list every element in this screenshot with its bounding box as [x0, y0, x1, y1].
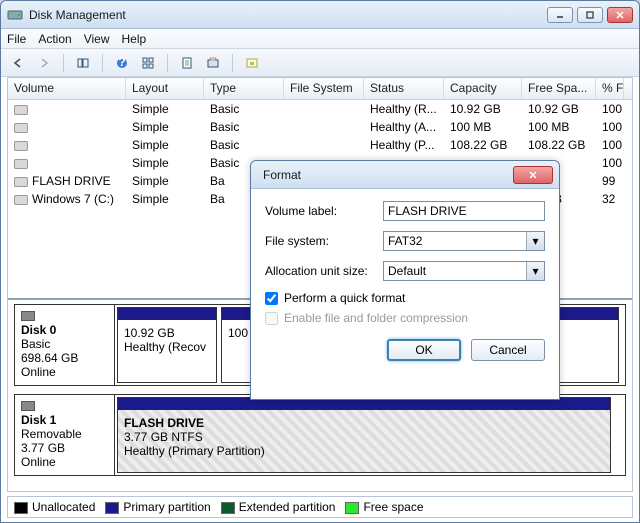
filesystem-select[interactable]: FAT32▾ [383, 231, 545, 251]
minimize-button[interactable] [547, 7, 573, 23]
volume-grid-header: Volume Layout Type File System Status Ca… [8, 78, 632, 100]
back-button[interactable] [7, 52, 29, 74]
maximize-button[interactable] [577, 7, 603, 23]
chevron-down-icon: ▾ [526, 262, 544, 280]
dialog-body: Volume label: File system: FAT32▾ Alloca… [251, 189, 559, 373]
quick-format-checkbox[interactable] [265, 292, 278, 305]
show-hide-tree-button[interactable] [72, 52, 94, 74]
settings-button[interactable] [241, 52, 263, 74]
dialog-titlebar[interactable]: Format [251, 161, 559, 189]
legend-unallocated: Unallocated [32, 500, 95, 514]
toolbar-separator [63, 54, 64, 72]
window-title: Disk Management [29, 8, 543, 22]
legend: Unallocated Primary partition Extended p… [7, 496, 633, 518]
volume-label-label: Volume label: [265, 204, 383, 218]
col-layout[interactable]: Layout [126, 78, 204, 99]
partition[interactable]: 10.92 GBHealthy (Recov [117, 307, 217, 383]
toolbar: ? [1, 49, 639, 77]
compression-checkbox [265, 312, 278, 325]
svg-text:?: ? [118, 56, 125, 69]
dialog-close-button[interactable] [513, 166, 553, 184]
dialog-title: Format [257, 168, 509, 182]
ok-button[interactable]: OK [387, 339, 461, 361]
table-row[interactable]: SimpleBasicHealthy (R...10.92 GB10.92 GB… [8, 100, 632, 118]
forward-button[interactable] [33, 52, 55, 74]
menu-action[interactable]: Action [38, 32, 71, 46]
main-titlebar[interactable]: Disk Management [1, 1, 639, 29]
col-status[interactable]: Status [364, 78, 444, 99]
col-volume[interactable]: Volume [8, 78, 126, 99]
volume-label-input[interactable] [383, 201, 545, 221]
quick-format-label: Perform a quick format [284, 291, 405, 305]
disk-mgmt-icon [7, 7, 23, 23]
help-button[interactable]: ? [111, 52, 133, 74]
col-filesystem[interactable]: File System [284, 78, 364, 99]
col-capacity[interactable]: Capacity [444, 78, 522, 99]
partition[interactable]: FLASH DRIVE3.77 GB NTFSHealthy (Primary … [117, 397, 611, 473]
toolbar-view-button[interactable] [137, 52, 159, 74]
allocation-select[interactable]: Default▾ [383, 261, 545, 281]
format-dialog: Format Volume label: File system: FAT32▾… [250, 160, 560, 400]
col-free[interactable]: Free Spa... [522, 78, 596, 99]
table-row[interactable]: SimpleBasicHealthy (P...108.22 GB108.22 … [8, 136, 632, 154]
compression-label: Enable file and folder compression [284, 311, 468, 325]
menu-file[interactable]: File [7, 32, 26, 46]
col-percent[interactable]: % F [596, 78, 624, 99]
disk-row: Disk 1Removable3.77 GBOnlineFLASH DRIVE3… [14, 394, 626, 476]
legend-free: Free space [363, 500, 423, 514]
close-button[interactable] [607, 7, 633, 23]
properties-button[interactable] [202, 52, 224, 74]
menu-view[interactable]: View [84, 32, 110, 46]
menu-help[interactable]: Help [122, 32, 147, 46]
allocation-label: Allocation unit size: [265, 264, 383, 278]
chevron-down-icon: ▾ [526, 232, 544, 250]
legend-extended: Extended partition [239, 500, 336, 514]
menubar: File Action View Help [1, 29, 639, 49]
table-row[interactable]: SimpleBasicHealthy (A...100 MB100 MB100 [8, 118, 632, 136]
legend-primary: Primary partition [123, 500, 210, 514]
refresh-button[interactable] [176, 52, 198, 74]
cancel-button[interactable]: Cancel [471, 339, 545, 361]
disk-info: Disk 0Basic698.64 GBOnline [15, 305, 115, 385]
disk-info: Disk 1Removable3.77 GBOnline [15, 395, 115, 475]
filesystem-label: File system: [265, 234, 383, 248]
col-type[interactable]: Type [204, 78, 284, 99]
